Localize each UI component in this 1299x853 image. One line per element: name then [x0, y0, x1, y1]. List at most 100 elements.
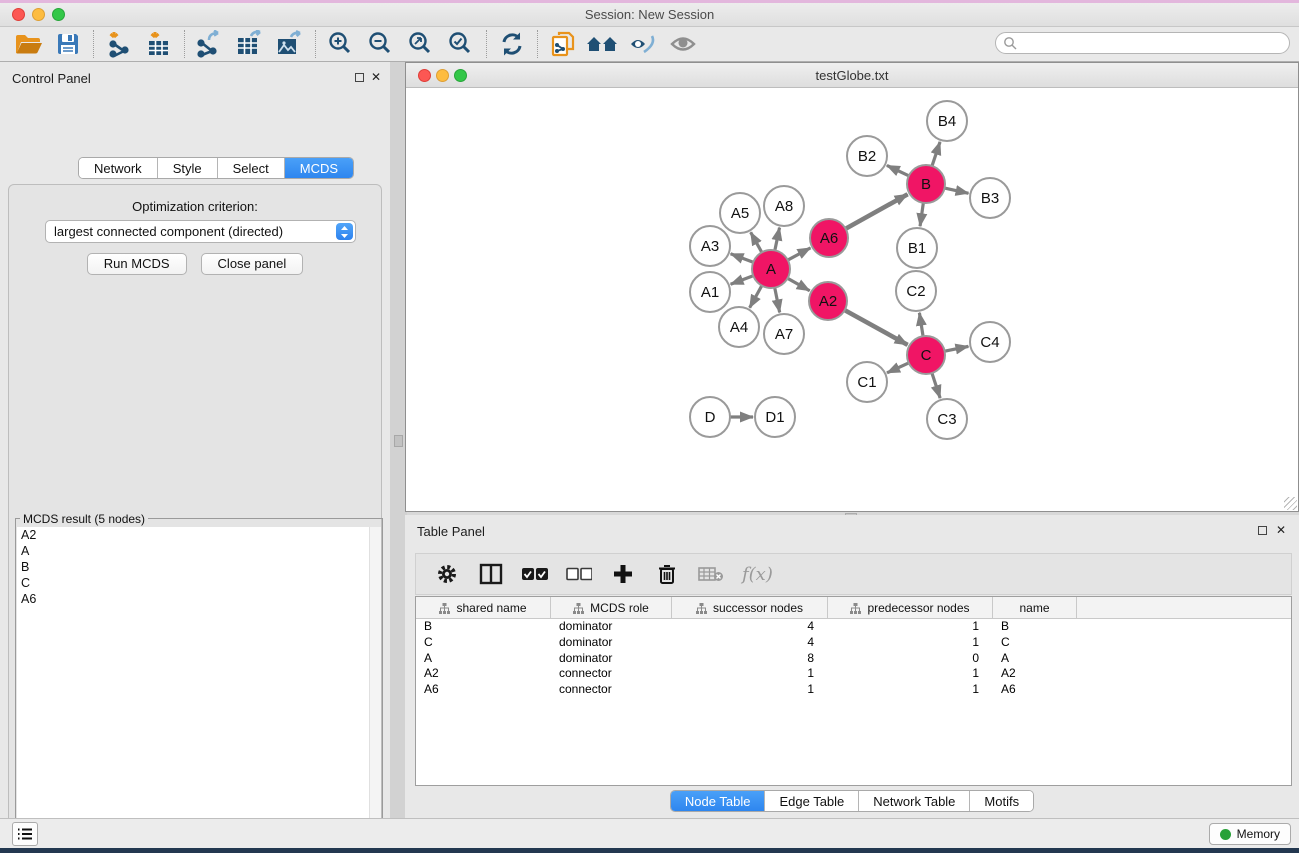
select-all-button[interactable] [522, 561, 548, 587]
column-header-MCDS-role[interactable]: MCDS role [551, 597, 672, 619]
result-list-item[interactable]: B [17, 559, 381, 575]
zoom-in-button[interactable] [321, 29, 361, 59]
edge-A6-B[interactable] [846, 194, 908, 229]
table-row[interactable]: A6connector11A6 [416, 682, 1291, 698]
close-panel-icon[interactable]: ✕ [371, 70, 381, 84]
close-panel-button[interactable]: Close panel [201, 253, 304, 275]
columns-icon [479, 563, 503, 585]
function-builder-button[interactable]: f(x) [742, 564, 773, 585]
task-history-button[interactable] [12, 822, 38, 846]
edge-A2-C[interactable] [845, 310, 908, 345]
table-panel-header: Table Panel ✕ [405, 515, 1299, 547]
result-scrollbar[interactable] [369, 527, 381, 853]
edge-A-A4[interactable] [750, 286, 762, 308]
open-session-button[interactable] [8, 29, 48, 59]
zoom-fit-button[interactable] [401, 29, 441, 59]
tab-node-table[interactable]: Node Table [671, 791, 766, 811]
toolbar-separator [537, 30, 538, 58]
resize-grip-icon[interactable] [1284, 497, 1297, 510]
result-list-item[interactable]: A [17, 543, 381, 559]
network-titlebar[interactable]: testGlobe.txt [406, 63, 1298, 88]
close-panel-icon[interactable]: ✕ [1276, 523, 1286, 537]
column-header-shared-name[interactable]: shared name [416, 597, 551, 619]
edge-A-A6[interactable] [788, 248, 811, 260]
edge-A-A2[interactable] [788, 278, 810, 290]
edge-A-A7[interactable] [775, 288, 780, 313]
edge-A-A1[interactable] [731, 276, 754, 285]
home-layout-button[interactable] [583, 29, 623, 59]
tab-network-table[interactable]: Network Table [859, 791, 970, 811]
table-row[interactable]: A2connector11A2 [416, 666, 1291, 682]
toolbar-separator [315, 30, 316, 58]
node-label-B3: B3 [981, 190, 999, 207]
show-column-button[interactable] [478, 561, 504, 587]
result-list-item[interactable]: A6 [17, 591, 381, 607]
float-panel-icon[interactable] [1258, 526, 1267, 535]
edge-C-C1[interactable] [887, 363, 909, 373]
edge-A-A8[interactable] [775, 228, 780, 251]
edge-C-C2[interactable] [919, 313, 923, 336]
zoom-fit-icon [408, 31, 434, 57]
tab-network[interactable]: Network [79, 158, 158, 178]
delete-table-button[interactable] [698, 561, 724, 587]
import-network-button[interactable] [99, 29, 139, 59]
toolbar-search[interactable] [995, 32, 1290, 54]
tab-edge-table[interactable]: Edge Table [765, 791, 859, 811]
table-row[interactable]: Adominator80A [416, 651, 1291, 667]
hide-visibility-button[interactable] [623, 29, 663, 59]
zoom-out-button[interactable] [361, 29, 401, 59]
column-header-predecessor-nodes[interactable]: predecessor nodes [828, 597, 993, 619]
criterion-value: largest connected component (directed) [54, 224, 283, 239]
edge-A-A3[interactable] [731, 254, 754, 263]
float-panel-icon[interactable] [355, 73, 364, 82]
column-header-successor-nodes[interactable]: successor nodes [672, 597, 828, 619]
export-table-button[interactable] [230, 29, 270, 59]
refresh-button[interactable] [492, 29, 532, 59]
edge-C-C4[interactable] [945, 346, 969, 351]
network-graph[interactable]: B4B2BB3A8A5A6A3B1AA1C2A2A4A7C4CC1C3DD1 [406, 88, 1298, 511]
eye-icon [668, 33, 698, 55]
node-label-C2: C2 [906, 283, 925, 300]
export-table-icon [235, 30, 265, 58]
tab-select[interactable]: Select [218, 158, 285, 178]
delete-column-button[interactable] [654, 561, 680, 587]
table-cell: C [993, 635, 1077, 651]
export-image-button[interactable] [270, 29, 310, 59]
zoom-selected-button[interactable] [441, 29, 481, 59]
node-label-C: C [921, 347, 932, 364]
edge-B-B2[interactable] [887, 165, 909, 175]
table-row[interactable]: Cdominator41C [416, 635, 1291, 651]
table-cell: A [993, 651, 1077, 667]
deselect-all-button[interactable] [566, 561, 592, 587]
edge-B-B3[interactable] [945, 188, 969, 193]
clone-network-button[interactable] [543, 29, 583, 59]
save-session-button[interactable] [48, 29, 88, 59]
edge-B-B1[interactable] [920, 203, 923, 226]
list-icon [17, 827, 33, 841]
column-header-name[interactable]: name [993, 597, 1077, 619]
edge-B-B4[interactable] [932, 142, 940, 166]
table-body[interactable]: Bdominator41BCdominator41CAdominator80AA… [416, 619, 1291, 785]
network-canvas[interactable]: B4B2BB3A8A5A6A3B1AA1C2A2A4A7C4CC1C3DD1 [406, 88, 1298, 511]
tab-motifs[interactable]: Motifs [970, 791, 1033, 811]
divider-grip[interactable] [394, 435, 403, 447]
import-table-button[interactable] [139, 29, 179, 59]
tab-style[interactable]: Style [158, 158, 218, 178]
table-settings-button[interactable] [434, 561, 460, 587]
search-input[interactable] [1021, 36, 1271, 50]
result-list-item[interactable]: A2 [17, 527, 381, 543]
mcds-result-list[interactable]: A2ABCA6 [17, 527, 381, 853]
criterion-dropdown[interactable]: largest connected component (directed) [45, 220, 356, 243]
run-mcds-button[interactable]: Run MCDS [87, 253, 187, 275]
add-column-button[interactable] [610, 561, 636, 587]
tab-mcds[interactable]: MCDS [285, 158, 353, 178]
result-list-item[interactable]: C [17, 575, 381, 591]
edge-A-A5[interactable] [751, 232, 762, 252]
export-network-button[interactable] [190, 29, 230, 59]
table-row[interactable]: Bdominator41B [416, 619, 1291, 635]
table-cell: B [993, 619, 1077, 635]
memory-button[interactable]: Memory [1209, 823, 1291, 845]
desktop-edge [0, 848, 1299, 853]
edge-C-C3[interactable] [932, 373, 940, 398]
show-visibility-button[interactable] [663, 29, 703, 59]
